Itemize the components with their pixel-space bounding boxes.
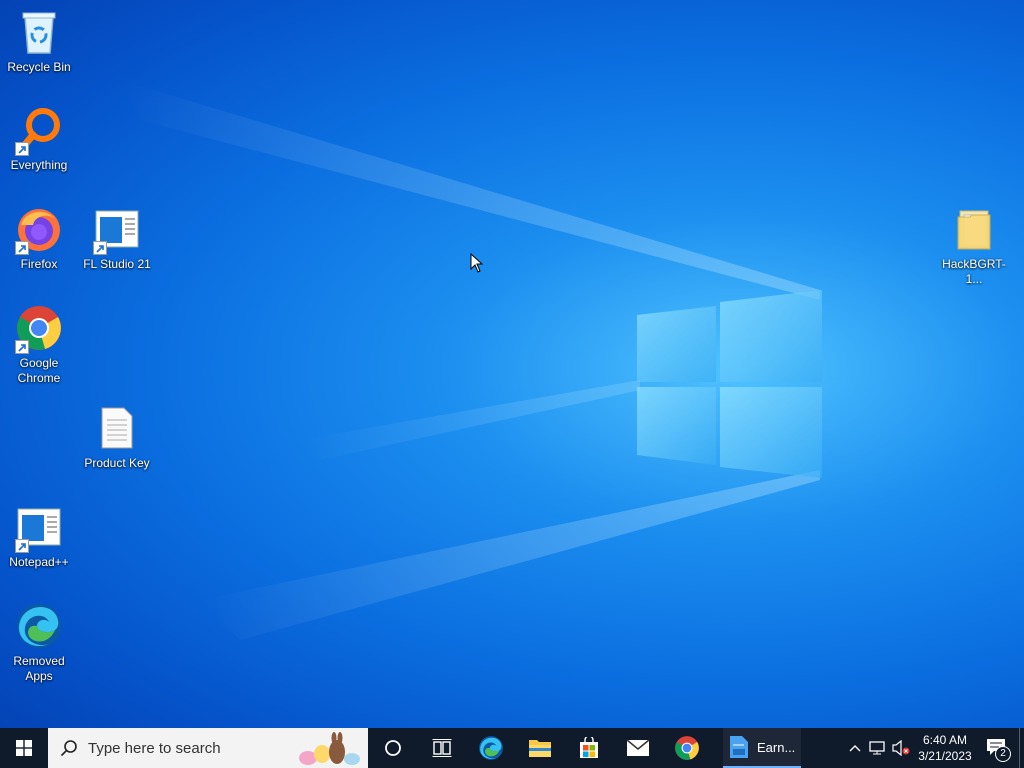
mouse-cursor-icon: [470, 253, 484, 273]
action-center-button[interactable]: 2: [977, 728, 1017, 768]
shortcut-arrow-icon: [15, 539, 29, 553]
start-button[interactable]: [0, 728, 48, 768]
desktop-icon-everything[interactable]: Everything: [0, 104, 78, 173]
network-tray-button[interactable]: [865, 728, 889, 768]
desktop-icon-google-chrome[interactable]: Google Chrome: [0, 302, 78, 386]
taskbar-active-app-button[interactable]: Earn...: [723, 728, 802, 768]
show-desktop-button[interactable]: [1019, 728, 1024, 768]
windows-logo-wallpaper: [637, 290, 822, 478]
desktop-icon-label: Google Chrome: [17, 356, 61, 385]
text-document-icon: [91, 402, 143, 454]
task-view-icon: [432, 739, 451, 757]
active-app-label: Earn...: [757, 739, 796, 755]
recycle-bin-icon: [13, 6, 65, 58]
desktop-icon-label: Product Key: [84, 456, 150, 470]
taskbar-mail-button[interactable]: [613, 728, 662, 768]
notification-count-badge: 2: [995, 746, 1011, 762]
shortcut-arrow-icon: [15, 142, 29, 156]
fl-studio-icon: [91, 203, 143, 255]
desktop[interactable]: Recycle Bin Everything Firefox FL Studio…: [0, 0, 1024, 728]
desktop-icon-label: Firefox: [20, 257, 58, 271]
wallpaper-beams: [120, 80, 822, 640]
store-icon: [579, 737, 598, 758]
show-hidden-icons-button[interactable]: [845, 728, 865, 768]
shortcut-arrow-icon: [93, 241, 107, 255]
firefox-icon: [13, 203, 65, 255]
desktop-icon-removed-apps[interactable]: Removed Apps: [0, 600, 78, 684]
desktop-icon-label: HackBGRT-1...: [942, 257, 1006, 286]
document-app-icon: [730, 736, 748, 758]
taskbar-search-box[interactable]: Type here to search: [48, 728, 368, 768]
desktop-icon-hackbgrt-folder[interactable]: HackBGRT-1...: [935, 203, 1013, 287]
edge-icon: [478, 736, 503, 760]
notepad-plus-plus-icon: [13, 501, 65, 553]
taskbar-chrome-button[interactable]: [662, 728, 711, 768]
volume-muted-icon: [892, 740, 910, 756]
desktop-icon-recycle-bin[interactable]: Recycle Bin: [0, 6, 78, 75]
desktop-icon-notepad-plus-plus[interactable]: Notepad++: [0, 501, 78, 570]
desktop-icon-label: Everything: [10, 158, 68, 172]
cortana-button[interactable]: [368, 728, 417, 768]
edge-icon: [13, 600, 65, 652]
taskbar-edge-button[interactable]: [466, 728, 515, 768]
clock-time: 6:40 AM: [922, 733, 968, 747]
network-icon: [869, 741, 885, 755]
desktop-icon-label: FL Studio 21: [83, 257, 151, 271]
shortcut-arrow-icon: [15, 241, 29, 255]
taskbar: Type here to search Earn... 6:40 AM 3/21…: [0, 728, 1024, 768]
desktop-icon-product-key[interactable]: Product Key: [78, 402, 156, 471]
taskbar-file-explorer-button[interactable]: [515, 728, 564, 768]
mail-icon: [626, 739, 649, 756]
chrome-icon: [674, 736, 699, 760]
search-icon: [60, 740, 77, 757]
volume-tray-button[interactable]: [889, 728, 913, 768]
windows-start-icon: [16, 740, 32, 756]
taskbar-clock[interactable]: 6:40 AM 3/21/2023: [913, 732, 977, 764]
desktop-icon-label: Recycle Bin: [7, 60, 71, 74]
desktop-icon-fl-studio[interactable]: FL Studio 21: [78, 203, 156, 272]
clock-date: 3/21/2023: [918, 749, 972, 763]
folder-icon: [948, 203, 1000, 255]
desktop-icon-firefox[interactable]: Firefox: [0, 203, 78, 272]
desktop-icon-label: Removed Apps: [13, 654, 65, 683]
taskbar-store-button[interactable]: [564, 728, 613, 768]
everything-search-icon: [13, 104, 65, 156]
easter-eggs-search-highlight-icon: [299, 732, 360, 765]
system-tray: 6:40 AM 3/21/2023 2: [845, 728, 1024, 768]
file-explorer-icon: [528, 740, 551, 757]
chevron-up-icon: [849, 745, 861, 752]
shortcut-arrow-icon: [15, 340, 29, 354]
search-placeholder: Type here to search: [88, 739, 221, 757]
chrome-icon: [13, 302, 65, 354]
task-view-button[interactable]: [417, 728, 466, 768]
cortana-icon: [384, 740, 401, 756]
desktop-icon-label: Notepad++: [9, 555, 69, 569]
